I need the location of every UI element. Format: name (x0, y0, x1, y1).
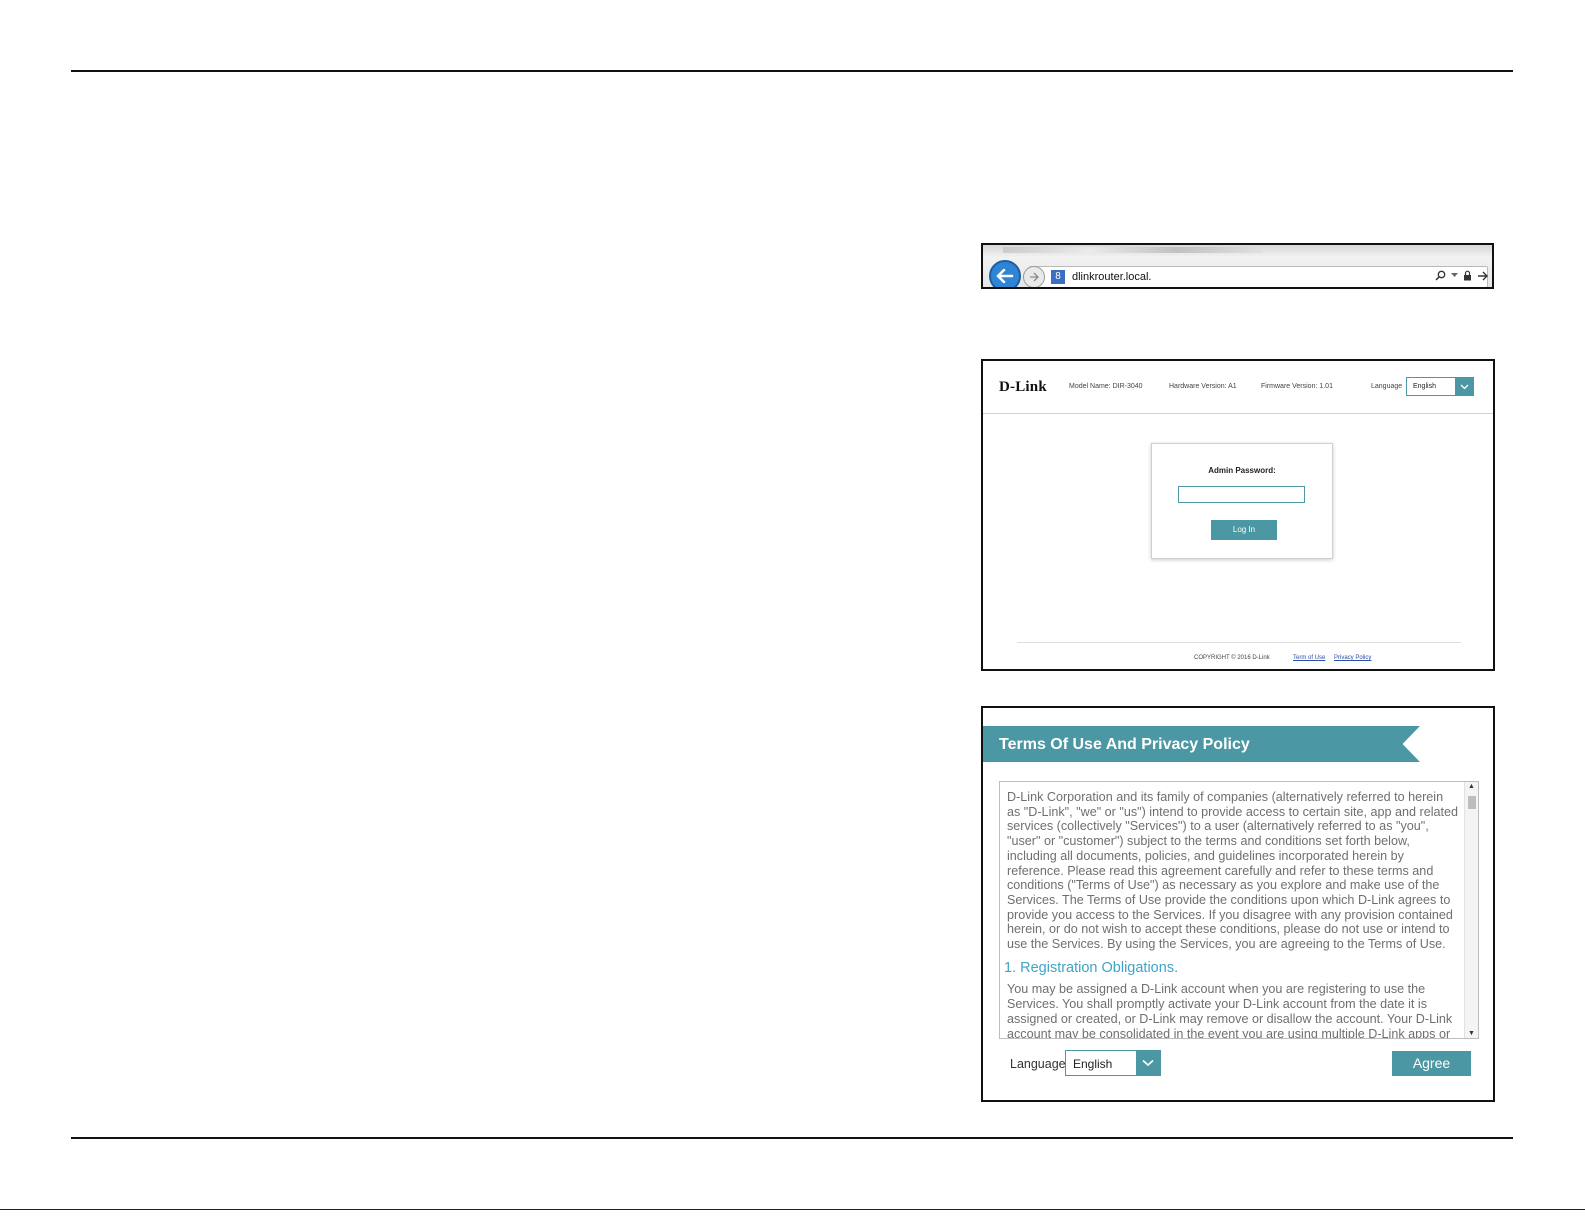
go-icon[interactable] (1477, 271, 1488, 281)
browser-tabs-blur (1003, 247, 1263, 253)
chevron-down-icon (1455, 378, 1473, 395)
back-button[interactable] (989, 260, 1021, 287)
url-text[interactable]: dlinkrouter.local. (1072, 271, 1152, 283)
dropdown-icon[interactable] (1451, 273, 1458, 278)
login-page-screenshot: D-Link Model Name: DIR-3040 Hardware Ver… (981, 359, 1495, 671)
login-button[interactable]: Log In (1211, 520, 1277, 540)
login-header: D-Link Model Name: DIR-3040 Hardware Ver… (983, 361, 1493, 414)
scroll-down-icon[interactable]: ▼ (1468, 1030, 1475, 1037)
terms-dialog-screenshot: Terms Of Use And Privacy Policy D-Link C… (981, 706, 1495, 1102)
admin-password-input[interactable] (1178, 486, 1305, 503)
scroll-up-icon[interactable]: ▲ (1468, 783, 1475, 790)
scroll-thumb[interactable] (1468, 796, 1476, 809)
model-name: Model Name: DIR-3040 (1069, 383, 1143, 390)
privacy-policy-link[interactable]: Privacy Policy (1334, 655, 1371, 661)
copyright-text: COPYRIGHT © 2016 D-Link (1194, 655, 1270, 661)
chevron-down-icon (1136, 1051, 1160, 1075)
page-footer-rule (0, 1209, 1585, 1210)
bottom-rule (71, 1137, 1513, 1139)
language-select[interactable]: English (1406, 377, 1474, 396)
language-label: Language: (1010, 1057, 1070, 1071)
top-rule (71, 70, 1513, 72)
login-card: Admin Password: Log In (1151, 443, 1333, 559)
terms-scroll-box[interactable]: D-Link Corporation and its family of com… (999, 781, 1479, 1039)
back-arrow-icon (996, 269, 1014, 283)
dlink-logo: D-Link (999, 379, 1047, 395)
firmware-version: Firmware Version: 1.01 (1261, 383, 1333, 390)
forward-button[interactable] (1023, 266, 1045, 287)
language-value: English (1413, 383, 1436, 390)
footer-divider (1017, 642, 1461, 643)
scrollbar[interactable]: ▲ ▼ (1464, 782, 1478, 1038)
search-icon[interactable] (1435, 270, 1446, 281)
lock-icon[interactable] (1463, 270, 1472, 281)
terms-title: Terms Of Use And Privacy Policy (999, 736, 1250, 753)
language-label: Language (1371, 383, 1403, 390)
section-text: You may be assigned a D-Link account whe… (1007, 982, 1453, 1039)
terms-text: D-Link Corporation and its family of com… (1004, 790, 1459, 1039)
language-select[interactable]: English (1065, 1050, 1161, 1076)
terms-intro-text: D-Link Corporation and its family of com… (1007, 790, 1459, 952)
forward-arrow-icon (1030, 272, 1039, 282)
site-favicon-icon: 8 (1051, 270, 1065, 284)
agree-button[interactable]: Agree (1392, 1051, 1471, 1076)
admin-password-label: Admin Password: (1208, 466, 1276, 475)
section-heading: 1. Registration Obligations. (1004, 959, 1179, 976)
terms-of-use-link[interactable]: Term of Use (1293, 655, 1325, 661)
browser-address-bar-screenshot: 8 dlinkrouter.local. (981, 243, 1494, 289)
address-bar-icons (1435, 270, 1488, 281)
language-value: English (1073, 1057, 1113, 1071)
hardware-version: Hardware Version: A1 (1169, 383, 1237, 390)
